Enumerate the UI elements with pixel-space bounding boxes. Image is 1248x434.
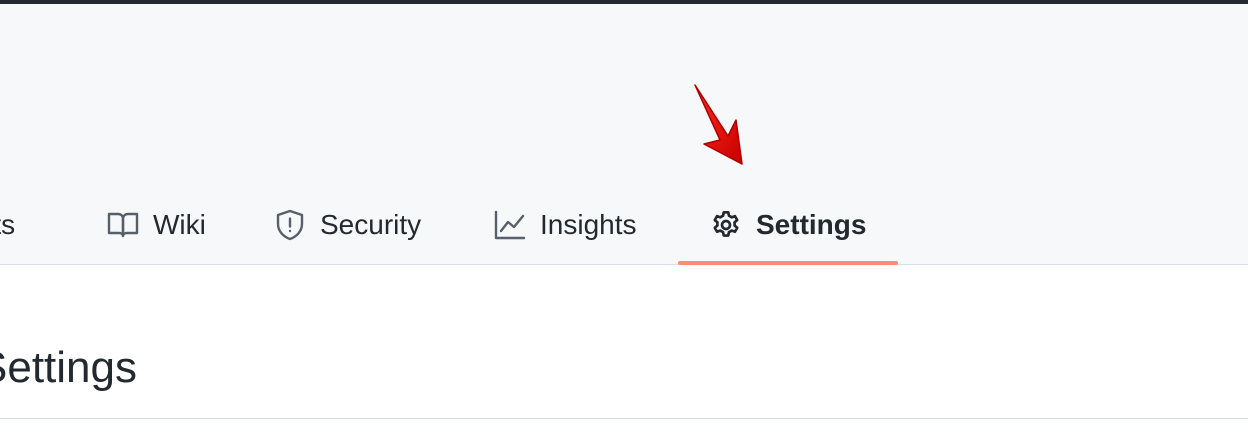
page-title: Settings [0,343,137,392]
gear-icon [710,209,742,241]
tab-security[interactable]: Security [274,189,421,261]
tab-label: ojects [0,209,16,240]
shield-icon [274,209,306,241]
tab-insights[interactable]: Insights [494,189,637,261]
tab-label: Security [320,209,422,240]
graph-icon [494,209,526,241]
tab-label: Wiki [153,209,206,240]
tab-label: Insights [540,209,637,240]
tab-label: Settings [756,209,867,240]
title-divider [0,418,1248,419]
selected-tab-underline [678,261,898,265]
red-arrow-icon [690,82,750,173]
book-icon [107,209,139,241]
tab-wiki[interactable]: Wiki [107,189,206,261]
tab-projects[interactable]: ojects [0,189,15,261]
tab-settings[interactable]: Settings [710,189,866,261]
